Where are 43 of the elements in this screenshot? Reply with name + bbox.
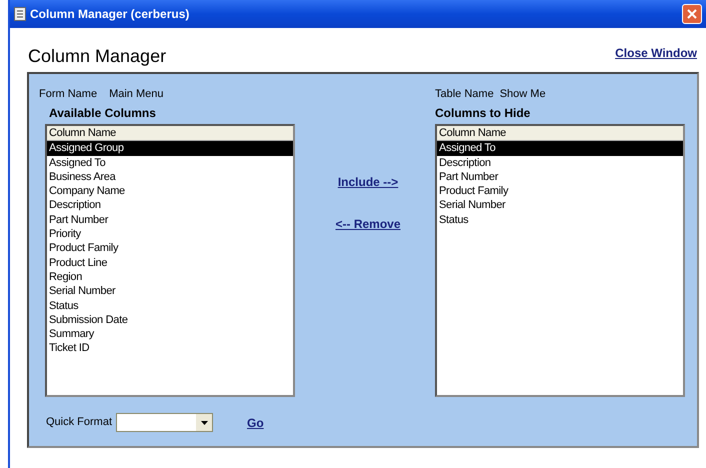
list-item[interactable]: Description <box>47 198 293 213</box>
window-title: Column Manager (cerberus) <box>30 6 190 23</box>
go-link[interactable]: Go <box>247 414 264 432</box>
list-item[interactable]: Company Name <box>47 184 293 198</box>
list-item[interactable]: Description <box>437 156 683 170</box>
dropdown-arrow-icon <box>200 420 208 424</box>
list-item[interactable]: Product Family <box>47 241 293 256</box>
list-header: Column Name <box>437 126 683 142</box>
close-button[interactable] <box>682 4 702 24</box>
list-item[interactable]: Product Line <box>47 256 293 270</box>
column-list[interactable]: Column Name Assigned To Description Part Number Product Family Serial Number Status <box>435 124 685 397</box>
table-name-label: Table Name <box>435 87 494 102</box>
form-name-label: Form Name <box>39 87 98 102</box>
list-item[interactable]: Summary <box>47 327 293 342</box>
list-item[interactable]: Part Number <box>47 212 293 228</box>
list-item[interactable]: Assigned To <box>47 156 293 170</box>
list-item[interactable]: Product Family <box>437 184 683 198</box>
form-name-value: Main Menu <box>109 87 164 102</box>
list-header: Column Name <box>47 126 293 142</box>
remove-link[interactable]: <-- Remove <box>335 215 401 233</box>
list-item[interactable]: Part Number <box>437 170 683 184</box>
list-item[interactable]: Business Area <box>47 170 293 184</box>
list-item[interactable]: Region <box>47 270 293 284</box>
close-window-link[interactable]: Close Window <box>615 44 697 62</box>
column-list[interactable]: Column Name Assigned Group Assigned To Business Area Company Name Description Part Number Priority Product Family Product Line Region Serial Number Status Submission Date Summary Ticket ID <box>45 124 295 397</box>
list-item[interactable]: Status <box>437 212 683 228</box>
list-item[interactable]: Status <box>47 298 293 313</box>
list-item[interactable]: Submission Date <box>47 312 293 328</box>
list-item[interactable]: Ticket ID <box>47 341 293 356</box>
page-title: Column Manager <box>28 45 166 68</box>
list-item[interactable]: Assigned To <box>437 141 683 156</box>
document-icon <box>14 7 26 21</box>
list-item[interactable]: Serial Number <box>437 198 683 213</box>
list-heading: Columns to Hide <box>435 105 532 122</box>
table-name-value: Show Me <box>500 87 546 102</box>
close-icon <box>687 9 697 19</box>
include-link[interactable]: Include --> <box>338 173 398 191</box>
list-heading: Available Columns <box>49 105 157 122</box>
list-item[interactable]: Priority <box>47 227 293 242</box>
quick-format-dropdown[interactable] <box>116 413 214 432</box>
list-item[interactable]: Assigned Group <box>47 141 293 156</box>
quick-format-label: Quick Format <box>46 415 112 430</box>
list-item[interactable]: Serial Number <box>47 284 293 299</box>
